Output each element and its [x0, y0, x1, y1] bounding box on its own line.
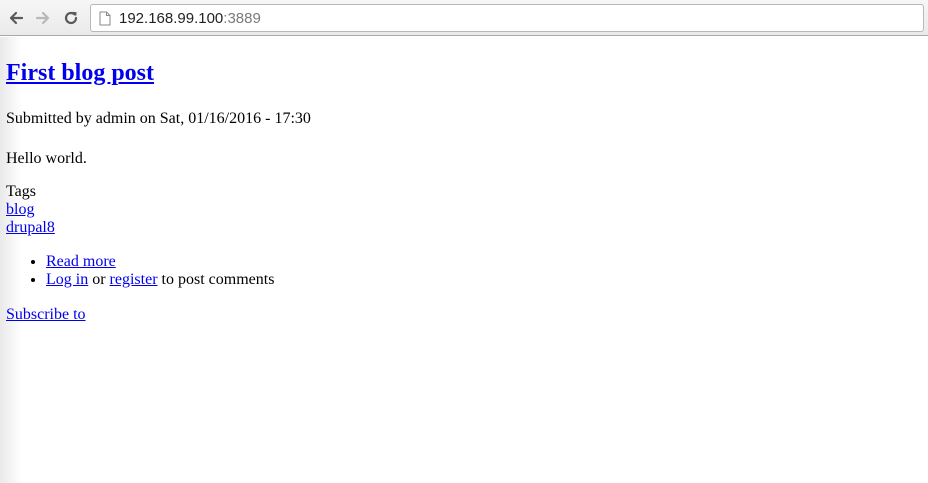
address-bar[interactable]: 192.168.99.100:3889 [90, 4, 924, 32]
post-title: First blog post [6, 57, 906, 89]
post-title-link[interactable]: First blog post [6, 60, 154, 86]
post-body: Hello world. [6, 150, 87, 167]
list-item: Log in or register to post comments [46, 271, 906, 289]
tag-link-drupal8[interactable]: drupal8 [6, 219, 55, 236]
read-more-link[interactable]: Read more [46, 253, 116, 270]
url-text: 192.168.99.100:3889 [119, 10, 261, 27]
register-link[interactable]: register [110, 271, 158, 288]
url-host: 192.168.99.100 [119, 9, 224, 27]
node-links: Read more Log in or register to post com… [6, 253, 906, 289]
arrow-right-icon [35, 11, 50, 25]
list-item: Read more [46, 253, 906, 271]
feed-section: Subscribe to [6, 305, 906, 324]
reload-button[interactable] [61, 8, 81, 28]
log-in-link[interactable]: Log in [46, 271, 88, 288]
url-port: :3889 [223, 9, 261, 27]
reload-icon [64, 11, 78, 25]
document-icon [99, 11, 111, 26]
forward-button[interactable] [33, 8, 53, 28]
subscribe-link[interactable]: Subscribe to [6, 306, 86, 323]
post-comments-text: to post comments [157, 271, 275, 288]
tags-label: Tags [6, 183, 36, 200]
arrow-left-icon [9, 11, 24, 25]
or-text: or [88, 271, 110, 288]
submitted-info: Submitted by admin on Sat, 01/16/2016 - … [6, 110, 311, 127]
article: First blog post Submitted by admin on Sa… [6, 37, 906, 324]
back-button[interactable] [6, 8, 26, 28]
page-viewport: First blog post Submitted by admin on Sa… [0, 37, 928, 483]
browser-toolbar: 192.168.99.100:3889 [0, 0, 928, 36]
tags-field: Tags blog drupal8 [6, 183, 906, 237]
tag-link-blog[interactable]: blog [6, 201, 34, 218]
